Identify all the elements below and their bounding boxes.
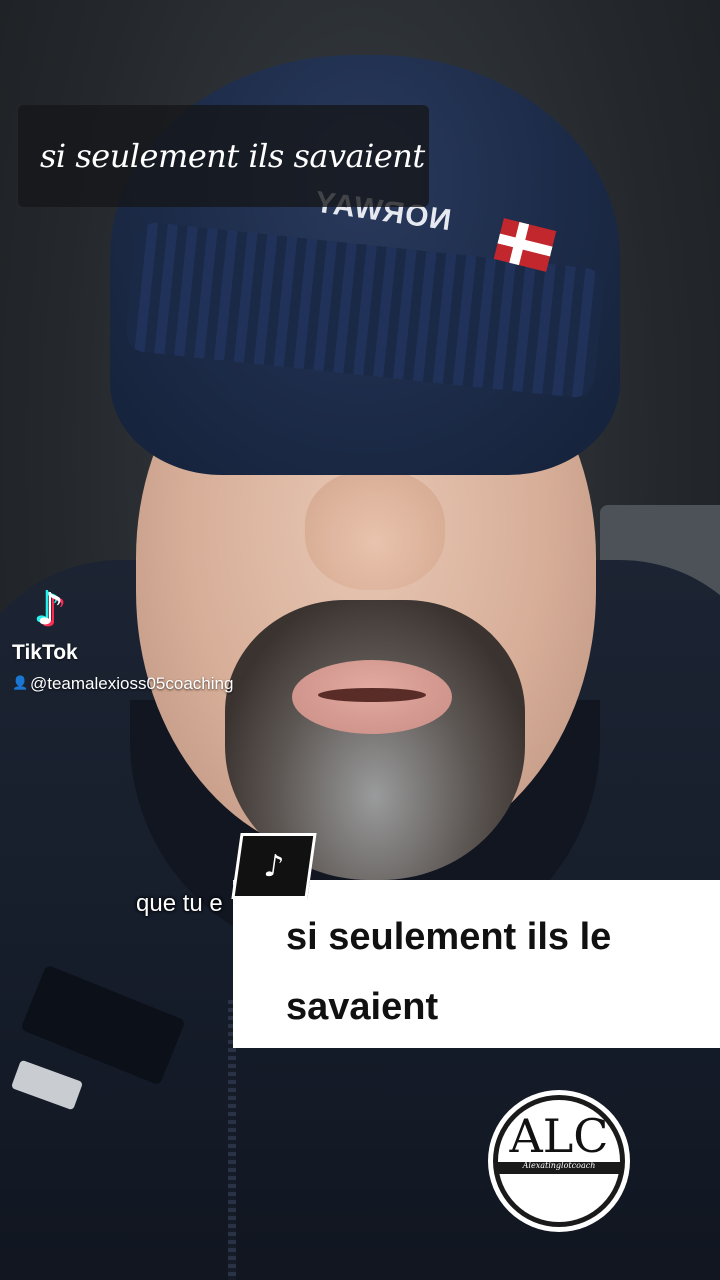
caption-card-text: si seulement ils le savaient: [286, 916, 612, 1028]
caption-card: si seulement ils le savaient: [233, 880, 720, 1048]
top-caption: si seulement ils savaient: [18, 105, 429, 207]
alc-logo-letters: ALC: [509, 1109, 609, 1163]
tiktok-card-icon: ♪: [231, 833, 317, 899]
tiktok-username: @teamalexioss05coaching: [30, 674, 234, 693]
person-icon: 👤: [12, 676, 29, 691]
top-caption-text: si seulement ils savaient: [40, 137, 425, 175]
alc-logo: ALC Alexatinglotcoach: [488, 1090, 630, 1232]
subtitle-text: que tu e: [136, 890, 223, 917]
nose: [305, 470, 445, 590]
alc-logo-script: Alexatinglotcoach: [522, 1161, 596, 1170]
tiktok-note-icon: ♪: [36, 584, 65, 635]
mouth: [292, 660, 452, 734]
tiktok-brand-label: TikTok: [12, 641, 78, 664]
tiktok-watermark: ♪ TikTok 👤 @teamalexioss05coaching: [10, 585, 280, 695]
